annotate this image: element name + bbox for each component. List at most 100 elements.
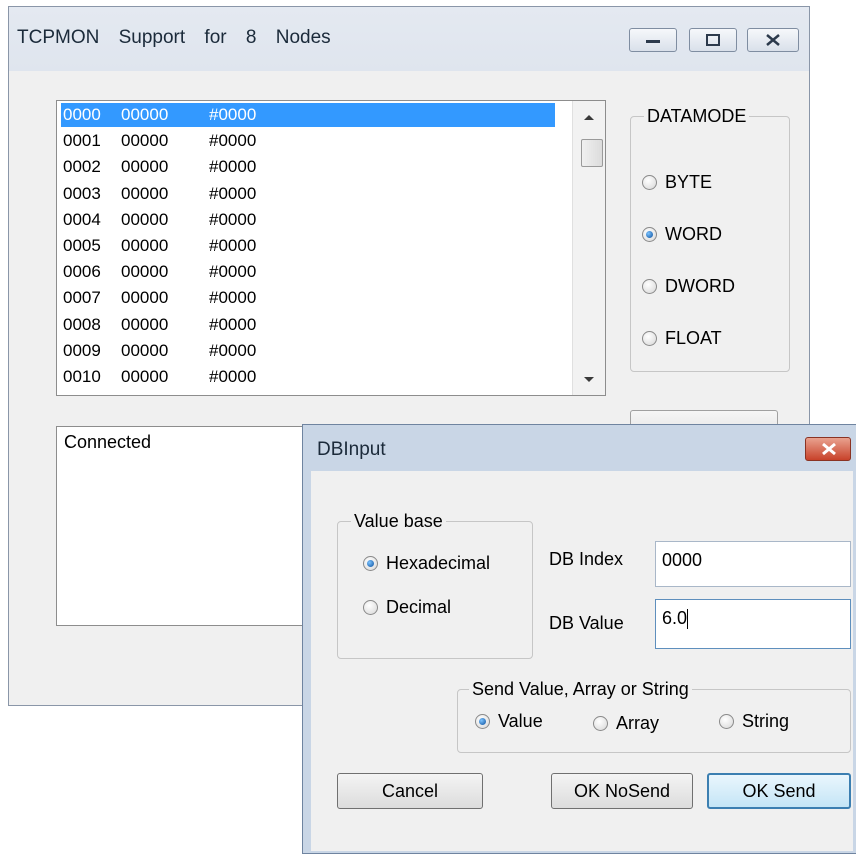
dialog-client-area: Value base Hexadecimal Decimal DB Index 0… (311, 471, 853, 851)
list-cell-dec: 00000 (121, 157, 169, 177)
radio-circle-icon (719, 714, 734, 729)
db-value-label: DB Value (549, 613, 624, 633)
dialog-title: DBInput (317, 439, 386, 460)
list-cell-dec: 00000 (121, 288, 169, 308)
list-cell-index: 0000 (63, 105, 101, 124)
list-item[interactable]: 0010 00000 #0000 (61, 365, 551, 389)
list-cell-index: 0007 (63, 288, 101, 308)
list-item[interactable]: 0001 00000 #0000 (61, 129, 551, 153)
datamode-radio-word[interactable]: WORD (642, 224, 722, 245)
cancel-button[interactable]: Cancel (337, 773, 483, 809)
data-listbox[interactable]: 0000 00000 #0000 0001 00000 #0000 0002 00000 #00… (56, 100, 606, 396)
list-cell-dec: 00000 (121, 105, 169, 124)
list-cell-hex: #0000 (209, 314, 257, 334)
list-cell-dec: 00000 (121, 131, 169, 151)
list-cell-dec: 00000 (121, 209, 169, 229)
list-cell-hex: #0000 (209, 157, 257, 177)
list-cell-dec: 00000 (121, 367, 169, 386)
list-cell-hex: #0000 (209, 340, 257, 360)
list-item[interactable]: 0006 00000 #0000 (61, 260, 551, 284)
list-cell-index: 0009 (63, 340, 101, 360)
list-cell-index: 0010 (63, 367, 101, 386)
close-icon (766, 34, 780, 46)
scroll-up-button[interactable] (573, 103, 605, 129)
list-item[interactable]: 0000 00000 #0000 (61, 103, 555, 127)
radio-label: BYTE (665, 172, 713, 192)
maximize-button[interactable] (689, 28, 737, 52)
list-cell-index: 0003 (63, 183, 101, 203)
chevron-down-icon (584, 377, 594, 382)
radio-label: Hexadecimal (386, 553, 491, 573)
radio-circle-icon (593, 716, 608, 731)
scroll-thumb[interactable] (581, 139, 603, 167)
send-mode-radio-string[interactable]: String (719, 711, 789, 732)
text-caret (687, 609, 689, 630)
list-item[interactable]: 0009 00000 #0000 (61, 339, 551, 363)
list-cell-dec: 00000 (121, 314, 169, 334)
list-item[interactable]: 0004 00000 #0000 (61, 208, 551, 232)
list-item[interactable]: 0002 00000 #0000 (61, 155, 551, 179)
chevron-up-icon (584, 115, 594, 120)
ok-nosend-button[interactable]: OK NoSend (551, 773, 693, 809)
radio-circle-icon (642, 227, 657, 242)
list-cell-hex: #0000 (209, 288, 257, 308)
list-cell-index: 0005 (63, 236, 101, 255)
radio-label: Array (616, 713, 660, 733)
status-text: Connected (64, 432, 152, 452)
minimize-icon (646, 40, 660, 43)
radio-label: DWORD (665, 276, 735, 296)
radio-label: String (742, 711, 790, 731)
list-item[interactable]: 0008 00000 #0000 (61, 313, 551, 337)
db-value-field[interactable]: 6.0 (655, 599, 851, 649)
list-cell-dec: 00000 (121, 183, 169, 203)
radio-circle-icon (642, 175, 657, 190)
db-value-text: 6.0 (662, 608, 688, 628)
db-index-field[interactable]: 0000 (655, 541, 851, 587)
list-cell-hex: #0000 (209, 183, 257, 203)
datamode-radio-float[interactable]: FLOAT (642, 328, 722, 349)
list-cell-index: 0001 (63, 131, 101, 151)
list-cell-hex: #0000 (209, 209, 257, 229)
maximize-icon (706, 34, 720, 46)
main-title-bar[interactable]: TCPMON Support for 8 Nodes (9, 7, 809, 71)
radio-circle-icon (642, 331, 657, 346)
db-index-label: DB Index (549, 549, 624, 569)
ok-send-button[interactable]: OK Send (707, 773, 851, 809)
send-mode-title: Send Value, Array or String (469, 679, 692, 699)
list-item[interactable]: 0007 00000 #0000 (61, 286, 551, 310)
list-cell-index: 0006 (63, 262, 101, 282)
datamode-radio-dword[interactable]: DWORD (642, 276, 735, 297)
list-cell-hex: #0000 (209, 262, 257, 282)
close-icon (822, 442, 836, 456)
scroll-down-button[interactable] (573, 367, 605, 393)
list-cell-index: 0004 (63, 209, 101, 229)
close-button[interactable] (747, 28, 799, 52)
list-item[interactable]: 0003 00000 #0000 (61, 182, 551, 206)
value-base-title: Value base (351, 511, 446, 531)
radio-label: WORD (665, 224, 722, 244)
list-cell-hex: #0000 (209, 236, 257, 255)
radio-circle-icon (363, 600, 378, 615)
value-base-radio-decimal[interactable]: Decimal (363, 597, 451, 618)
datamode-title: DATAMODE (644, 106, 750, 126)
radio-circle-icon (642, 279, 657, 294)
radio-circle-icon (363, 556, 378, 571)
list-scrollbar[interactable] (572, 101, 605, 395)
list-cell-dec: 00000 (121, 236, 169, 255)
dbinput-dialog: DBInput Value base Hexadecimal Decimal DB… (302, 424, 856, 854)
send-mode-radio-array[interactable]: Array (593, 713, 659, 734)
radio-label: Value (498, 711, 543, 731)
value-base-radio-hexadecimal[interactable]: Hexadecimal (363, 553, 490, 574)
list-cell-dec: 00000 (121, 262, 169, 282)
list-cell-hex: #0000 (209, 367, 257, 386)
radio-circle-icon (475, 714, 490, 729)
list-item[interactable]: 0005 00000 #0000 (61, 234, 551, 258)
send-mode-radio-value[interactable]: Value (475, 711, 543, 732)
minimize-button[interactable] (629, 28, 677, 52)
list-cell-index: 0008 (63, 314, 101, 334)
datamode-radio-byte[interactable]: BYTE (642, 172, 712, 193)
value-base-group (337, 521, 533, 659)
list-cell-hex: #0000 (209, 105, 257, 124)
dialog-close-button[interactable] (805, 437, 851, 461)
list-cell-dec: 00000 (121, 340, 169, 360)
